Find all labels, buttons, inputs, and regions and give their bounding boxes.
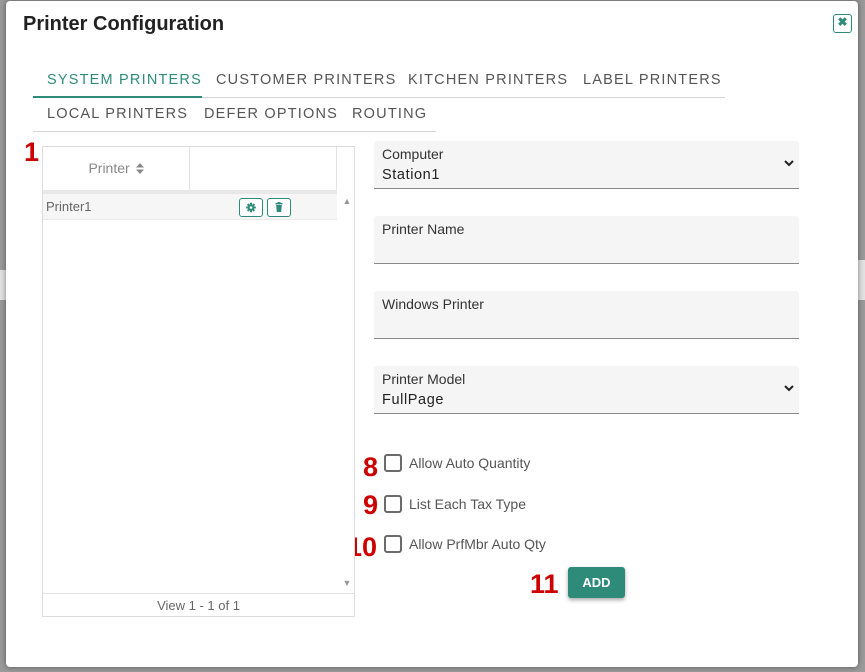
printer-cell: Printer1 (46, 199, 92, 214)
grid-pager-info: View 1 - 1 of 1 (43, 593, 354, 617)
allow-auto-quantity-label: Allow Auto Quantity (409, 455, 531, 471)
tab-local-printers[interactable]: LOCAL PRINTERS (47, 106, 188, 122)
allow-auto-quantity-checkbox[interactable] (384, 454, 402, 472)
background-strip (858, 260, 865, 300)
scroll-down-icon[interactable]: ▼ (342, 578, 352, 588)
windows-printer-label: Windows Printer (382, 296, 484, 312)
scroll-up-icon[interactable]: ▲ (342, 196, 352, 206)
computer-value: Station1 (382, 167, 441, 183)
chevron-down-icon (784, 385, 794, 392)
windows-printer-field[interactable]: Windows Printer (374, 291, 799, 339)
column-header-actions (190, 147, 337, 191)
edit-printer-button[interactable] (239, 198, 263, 217)
printer-name-label: Printer Name (382, 221, 465, 237)
tab-system-printers[interactable]: SYSTEM PRINTERS (47, 72, 202, 88)
printer-model-label: Printer Model (382, 371, 466, 387)
printer-configuration-dialog: Printer Configuration ✖ SYSTEM PRINTERS … (6, 1, 858, 667)
trash-icon (275, 202, 283, 212)
annotation-9: 9 (363, 490, 379, 520)
table-row[interactable]: Printer1 (43, 194, 337, 220)
dialog-title: Printer Configuration (23, 13, 225, 35)
sort-updown-icon (135, 163, 144, 174)
tab-routing[interactable]: ROUTING (352, 106, 427, 122)
computer-label: Computer (382, 146, 444, 162)
printer-model-select[interactable]: Printer Model FullPage (374, 366, 799, 414)
tab-label-printers[interactable]: LABEL PRINTERS (583, 72, 722, 88)
delete-printer-button[interactable] (267, 198, 291, 217)
list-each-tax-type-checkbox[interactable] (384, 495, 402, 513)
tab-defer-options[interactable]: DEFER OPTIONS (204, 106, 338, 122)
annotation-1: 1 (24, 137, 40, 167)
printer-name-field[interactable]: Printer Name (374, 216, 799, 264)
tab-row-divider (33, 131, 436, 132)
printer-model-value: FullPage (382, 392, 445, 408)
close-x-icon: ✖ (837, 15, 848, 29)
printer-grid: Printer Printer1 ▲ ▼ View 1 - 1 of 1 (42, 146, 355, 617)
grid-header: Printer (43, 147, 337, 191)
gear-icon (246, 202, 256, 213)
allow-prfmbr-auto-qty-label: Allow PrfMbr Auto Qty (409, 536, 546, 552)
active-tab-indicator (33, 96, 202, 98)
chevron-down-icon (784, 160, 794, 167)
annotation-8: 8 (363, 452, 379, 482)
close-button[interactable]: ✖ (833, 14, 852, 33)
computer-select[interactable]: Computer Station1 (374, 141, 799, 189)
tab-customer-printers[interactable]: CUSTOMER PRINTERS (216, 72, 396, 88)
column-header-label: Printer (88, 160, 130, 176)
tab-kitchen-printers[interactable]: KITCHEN PRINTERS (408, 72, 568, 88)
add-button[interactable]: ADD (568, 567, 625, 598)
annotation-11: 11 (530, 569, 559, 599)
list-each-tax-type-label: List Each Tax Type (409, 496, 526, 512)
allow-prfmbr-auto-qty-checkbox[interactable] (384, 535, 402, 553)
grid-scrollbar[interactable] (339, 194, 354, 590)
column-header-printer[interactable]: Printer (43, 147, 190, 191)
